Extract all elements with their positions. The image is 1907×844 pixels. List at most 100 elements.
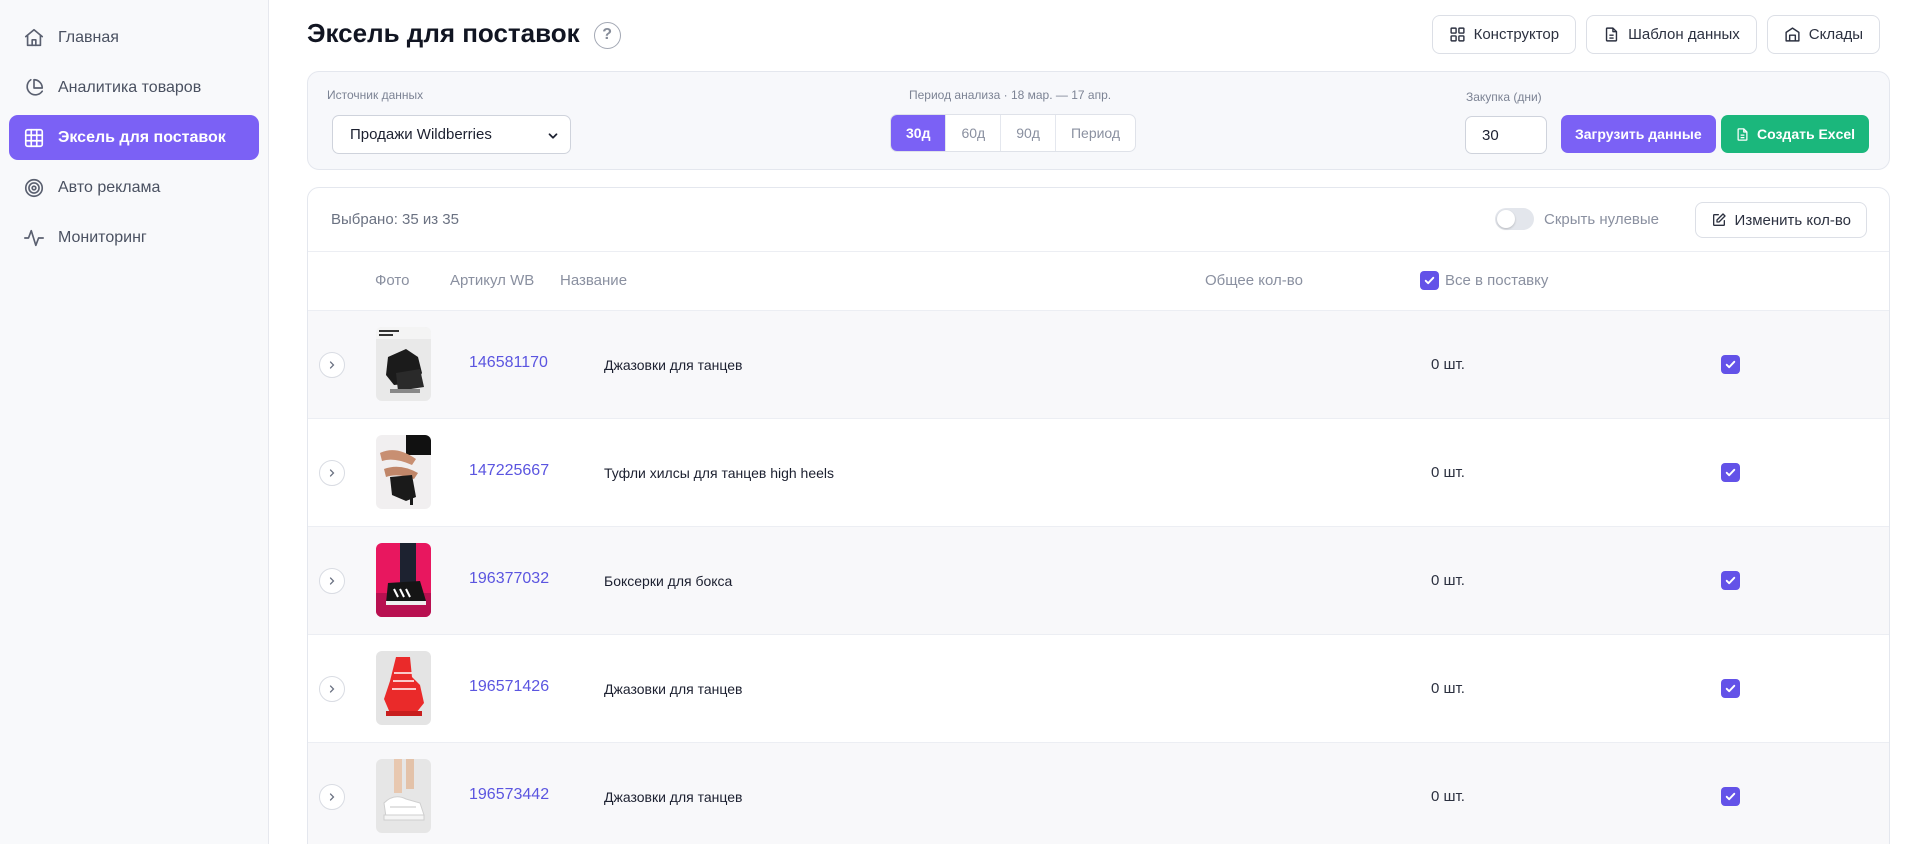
expand-row-button[interactable] [319,676,345,702]
grid-icon [1450,27,1465,42]
warehouses-button-label: Склады [1808,26,1863,43]
table-toolbar: Выбрано: 35 из 35 Скрыть нулевые Изменит… [308,188,1889,252]
sidebar: Главная Аналитика товаров Эксель для пос… [0,0,269,844]
sidebar-item-label: Авто реклама [58,178,161,196]
chevron-right-icon [329,577,335,585]
warehouses-button[interactable]: Склады [1766,15,1880,54]
check-icon [1725,576,1736,585]
period-label: Период анализа · 18 мар. — 17 апр. [909,88,1112,102]
period-custom[interactable]: Период [1054,115,1135,151]
table-row[interactable]: 196573442 Джазовки для танцев 0 шт. [308,743,1889,844]
check-icon [1725,792,1736,801]
product-sku-link[interactable]: 147225667 [469,462,549,480]
table-row[interactable]: 146581170 Джазовки для танцев 0 шт. [308,311,1889,419]
table-row[interactable]: 147225667 Туфли хилсы для танцев high he… [308,419,1889,527]
product-photo [376,327,431,401]
activity-icon [24,229,44,246]
expand-row-button[interactable] [319,460,345,486]
selected-count: Выбрано: 35 из 35 [331,211,459,228]
chevron-right-icon [329,685,335,693]
period-selector: 30д 60д 90д Период [890,114,1137,152]
sidebar-item-monitoring[interactable]: Мониторинг [9,215,259,260]
sidebar-item-home[interactable]: Главная [9,15,259,60]
target-icon [24,178,44,197]
col-name: Название [560,272,628,289]
sidebar-item-label: Главная [58,28,119,46]
main-content: Эксель для поставок ? Конструктор Шаблон… [269,0,1907,844]
help-icon[interactable]: ? [593,21,621,49]
product-photo [376,759,431,833]
page-title: Эксель для поставок [307,18,580,48]
chevron-right-icon [329,793,335,801]
hide-zero-label: Скрыть нулевые [1544,210,1660,228]
purchase-days-label: Закупка (дни) [1466,90,1542,104]
check-icon [1725,468,1736,477]
product-qty: 0 шт. [1431,464,1465,481]
chevron-right-icon [329,469,335,477]
product-sku-link[interactable]: 196571426 [469,678,549,696]
col-all-to-shipment: Все в поставку [1445,272,1549,289]
products-table-card: Выбрано: 35 из 35 Скрыть нулевые Изменит… [307,187,1890,844]
sidebar-item-analytics[interactable]: Аналитика товаров [9,65,259,110]
hide-zero-toggle[interactable] [1495,208,1534,230]
sidebar-item-label: Аналитика товаров [58,78,202,96]
period-60d[interactable]: 60д [945,115,1000,151]
change-qty-label: Изменить кол-во [1734,211,1851,229]
row-checkbox[interactable] [1721,679,1740,698]
select-all-checkbox[interactable] [1420,271,1439,290]
source-label: Источник данных [327,88,424,102]
constructor-button[interactable]: Конструктор [1431,15,1577,54]
header-actions: Конструктор Шаблон данных Склады [1431,15,1880,54]
col-photo: Фото [375,272,410,289]
change-qty-button[interactable]: Изменить кол-во [1694,202,1867,238]
sidebar-item-label: Эксель для поставок [58,128,226,146]
product-sku-link[interactable]: 196377032 [469,570,549,588]
template-button-label: Шаблон данных [1628,26,1740,43]
warehouse-icon [1785,27,1800,42]
expand-row-button[interactable] [319,568,345,594]
sidebar-item-excel[interactable]: Эксель для поставок [9,115,259,160]
product-qty: 0 шт. [1431,788,1465,805]
col-qty: Общее кол-во [1205,272,1303,289]
period-30d[interactable]: 30д [891,115,946,151]
file-text-icon [1605,27,1618,42]
product-qty: 0 шт. [1431,680,1465,697]
file-icon [1737,127,1748,141]
product-name: Джазовки для танцев [604,357,743,373]
row-checkbox[interactable] [1721,463,1740,482]
pie-chart-icon [26,78,44,96]
source-select-value: Продажи Wildberries [350,126,492,143]
template-button[interactable]: Шаблон данных [1586,15,1757,54]
row-checkbox[interactable] [1721,787,1740,806]
chevron-right-icon [329,361,335,369]
table-header: Фото Артикул WB Название Общее кол-во Вс… [308,252,1889,311]
product-sku-link[interactable]: 146581170 [469,354,548,372]
load-data-button[interactable]: Загрузить данные [1561,115,1716,153]
hide-zero-toggle-wrap[interactable]: Скрыть нулевые [1495,208,1659,230]
source-select[interactable]: Продажи Wildberries [332,115,571,154]
col-sku: Артикул WB [450,272,535,289]
check-icon [1725,684,1736,693]
product-qty: 0 шт. [1431,356,1465,373]
product-photo [376,543,431,617]
expand-row-button[interactable] [319,784,345,810]
check-icon [1424,276,1435,285]
create-excel-button[interactable]: Создать Excel [1721,115,1870,153]
product-sku-link[interactable]: 196573442 [469,786,549,804]
filters-panel: Источник данных Продажи Wildberries Пери… [307,71,1890,170]
chevron-down-icon [548,133,558,139]
period-90d[interactable]: 90д [1000,115,1055,151]
table-row[interactable]: 196571426 Джазовки для танцев 0 шт. [308,635,1889,743]
expand-row-button[interactable] [319,352,345,378]
sidebar-item-ads[interactable]: Авто реклама [9,165,259,210]
constructor-button-label: Конструктор [1473,26,1560,43]
row-checkbox[interactable] [1721,355,1740,374]
create-excel-label: Создать Excel [1757,126,1856,142]
product-name: Боксерки для бокса [604,573,733,589]
home-icon [24,28,44,46]
check-icon [1725,360,1736,369]
row-checkbox[interactable] [1721,571,1740,590]
table-row[interactable]: 196377032 Боксерки для бокса 0 шт. [308,527,1889,635]
purchase-days-input[interactable]: 30 [1465,116,1547,154]
product-name: Джазовки для танцев [604,681,743,697]
